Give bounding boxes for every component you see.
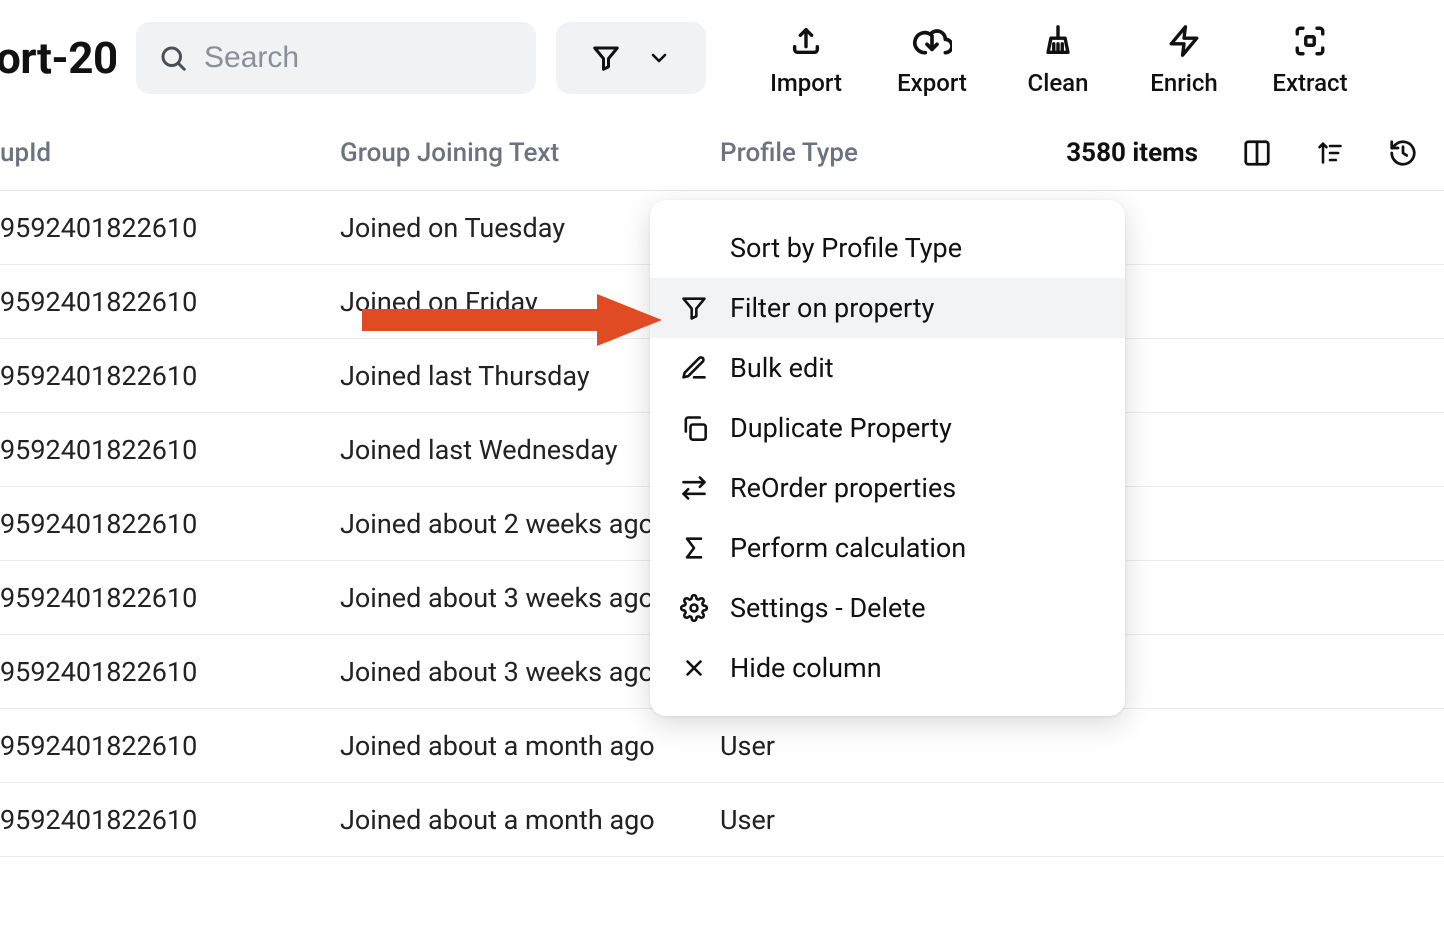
menu-duplicate[interactable]: Duplicate Property: [650, 398, 1125, 458]
columns-icon[interactable]: [1242, 138, 1272, 168]
table-row[interactable]: 9592401822610 Joined about a month ago U…: [0, 783, 1444, 857]
extract-label: Extract: [1272, 69, 1347, 97]
menu-hide-column[interactable]: Hide column: [650, 638, 1125, 698]
bolt-icon: [1167, 23, 1201, 59]
menu-calc-label: Perform calculation: [730, 532, 966, 564]
cell-groupid: 9592401822610: [0, 360, 340, 392]
clean-label: Clean: [1028, 69, 1089, 97]
toolbar: ort-20 Import Export: [0, 0, 1444, 115]
menu-bulk-edit[interactable]: Bulk edit: [650, 338, 1125, 398]
swap-icon: [678, 474, 710, 502]
clean-button[interactable]: Clean: [1018, 23, 1098, 97]
menu-calculation[interactable]: Perform calculation: [650, 518, 1125, 578]
table-row[interactable]: 9592401822610 Joined about a month ago U…: [0, 709, 1444, 783]
cell-groupid: 9592401822610: [0, 508, 340, 540]
menu-sort-label: Sort by Profile Type: [730, 232, 962, 264]
filter-icon: [678, 294, 710, 322]
menu-settings-label: Settings - Delete: [730, 592, 926, 624]
cell-profile: User: [720, 730, 980, 762]
search-box[interactable]: [136, 22, 536, 94]
enrich-label: Enrich: [1150, 69, 1217, 97]
copy-icon: [678, 414, 710, 442]
gear-icon: [678, 594, 710, 622]
col-profile-type[interactable]: Profile Type: [720, 138, 980, 168]
cell-groupid: 9592401822610: [0, 656, 340, 688]
col-groupid[interactable]: upId: [0, 138, 340, 168]
close-icon: [678, 655, 710, 681]
search-icon: [158, 43, 188, 73]
menu-reorder[interactable]: ReOrder properties: [650, 458, 1125, 518]
export-label: Export: [897, 69, 967, 97]
cell-joining: Joined about a month ago: [340, 804, 720, 836]
items-count: 3580 items: [1066, 138, 1198, 168]
search-input[interactable]: [204, 41, 514, 75]
import-label: Import: [770, 69, 842, 97]
table-header: upId Group Joining Text Profile Type 358…: [0, 115, 1444, 191]
extract-button[interactable]: Extract: [1270, 23, 1350, 97]
import-button[interactable]: Import: [766, 23, 846, 97]
chevron-down-icon: [647, 46, 671, 70]
history-icon[interactable]: [1388, 138, 1418, 168]
scan-icon: [1293, 23, 1327, 59]
menu-reorder-label: ReOrder properties: [730, 472, 956, 504]
edit-icon: [678, 354, 710, 382]
cell-groupid: 9592401822610: [0, 582, 340, 614]
page-title-fragment: ort-20: [0, 32, 116, 84]
export-button[interactable]: Export: [892, 23, 972, 97]
menu-bulk-label: Bulk edit: [730, 352, 834, 384]
cell-groupid: 9592401822610: [0, 730, 340, 762]
menu-sort[interactable]: Sort by Profile Type: [650, 218, 1125, 278]
cell-profile: User: [720, 804, 980, 836]
menu-settings-delete[interactable]: Settings - Delete: [650, 578, 1125, 638]
cell-groupid: 9592401822610: [0, 212, 340, 244]
cell-groupid: 9592401822610: [0, 286, 340, 318]
cell-joining: Joined about a month ago: [340, 730, 720, 762]
enrich-button[interactable]: Enrich: [1144, 23, 1224, 97]
filter-icon: [591, 43, 621, 73]
cell-groupid: 9592401822610: [0, 804, 340, 836]
menu-duplicate-label: Duplicate Property: [730, 412, 952, 444]
cell-groupid: 9592401822610: [0, 434, 340, 466]
col-joining-text[interactable]: Group Joining Text: [340, 138, 720, 168]
menu-hide-label: Hide column: [730, 652, 882, 684]
filter-button[interactable]: [556, 22, 706, 94]
action-buttons: Import Export Clean Enrich Extract: [766, 19, 1350, 97]
sigma-icon: [678, 534, 710, 562]
menu-filter-label: Filter on property: [730, 292, 934, 324]
cloud-download-icon: [912, 23, 952, 59]
sort-icon[interactable]: [1316, 139, 1344, 167]
header-tools: 3580 items: [1066, 138, 1444, 168]
broom-icon: [1041, 23, 1075, 59]
column-context-menu: Sort by Profile Type Filter on property …: [650, 200, 1125, 716]
menu-filter[interactable]: Filter on property: [650, 278, 1125, 338]
upload-icon: [789, 23, 823, 59]
